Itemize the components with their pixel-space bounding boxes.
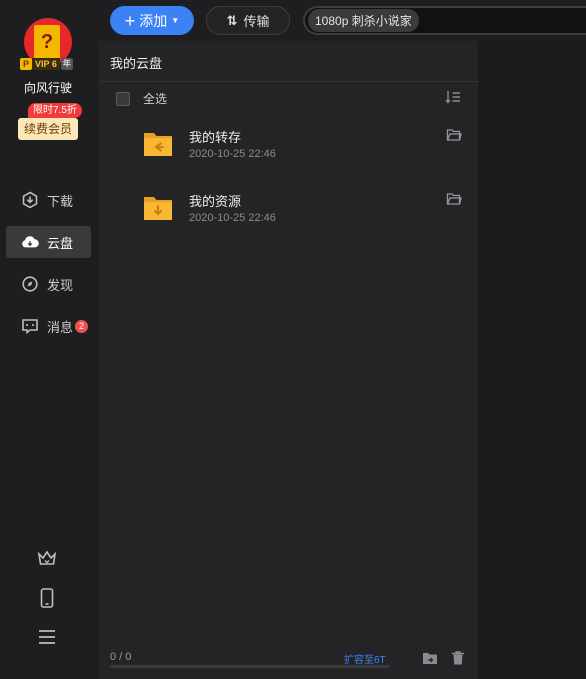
select-all-label: 全选 [143, 92, 168, 106]
search-input[interactable]: 1080p 刺杀小说家 [303, 6, 586, 35]
nav-item-download[interactable]: 下载 [6, 184, 91, 216]
message-count-badge: 2 [75, 319, 89, 333]
discover-icon [21, 275, 39, 293]
nav-label-download: 下载 [47, 193, 74, 209]
select-all[interactable]: 全选 [116, 90, 167, 107]
transfer-button-label: 传输 [243, 14, 270, 29]
promo-tag: 限时7.5折 [28, 103, 82, 118]
nav-label-cloud: 云盘 [47, 235, 74, 251]
transfer-button[interactable]: ⇅ 传输 [206, 6, 290, 35]
download-icon [21, 191, 39, 209]
move-folder-icon[interactable] [422, 650, 438, 666]
top-toolbar: + 添加 ▼ ⇅ 传输 1080p 刺杀小说家 [99, 0, 586, 41]
menu-icon[interactable] [36, 626, 58, 648]
nav-item-cloud[interactable]: 云盘 [6, 226, 91, 258]
divider [99, 81, 478, 82]
crown-icon[interactable] [36, 547, 58, 569]
avatar-image: ? [34, 25, 60, 59]
select-all-checkbox[interactable] [116, 91, 130, 106]
cloud-drive-panel: 我的云盘 全选 我的转存 2020-10-25 22:46 我的资源 2020-… [99, 41, 478, 679]
sort-icon[interactable] [445, 89, 461, 105]
file-name[interactable]: 我的资源 [189, 191, 241, 210]
vip-badge: P VIP 6 年 [20, 57, 73, 70]
add-button[interactable]: + 添加 ▼ [110, 6, 194, 35]
nav-item-discover[interactable]: 发现 [6, 268, 91, 300]
file-name[interactable]: 我的转存 [189, 127, 241, 146]
folder-resource-icon [143, 192, 173, 222]
plus-icon: + [124, 10, 136, 31]
open-folder-icon[interactable] [446, 191, 462, 207]
sidebar: ? P VIP 6 年 向风行驶 限时7.5折 续费会员 下载 云盘 发现 消息… [0, 0, 99, 679]
file-row[interactable]: 我的资源 2020-10-25 22:46 [99, 189, 478, 245]
right-panel [478, 41, 586, 679]
folder-transfer-icon [143, 128, 173, 158]
storage-bar [110, 665, 390, 668]
mobile-icon[interactable] [36, 587, 58, 609]
file-row[interactable]: 我的转存 2020-10-25 22:46 [99, 125, 478, 181]
expand-storage-link[interactable]: 扩容至6T [344, 651, 386, 666]
page-title: 我的云盘 [110, 56, 163, 71]
item-count: 0 / 0 [110, 651, 132, 663]
open-folder-icon[interactable] [446, 127, 462, 143]
add-button-label: 添加 [139, 12, 168, 29]
renew-membership-button[interactable]: 续费会员 [18, 118, 78, 140]
nav-label-discover: 发现 [47, 277, 74, 293]
nav-item-messages[interactable]: 消息 2 [6, 310, 91, 342]
file-date: 2020-10-25 22:46 [189, 148, 276, 160]
caret-down-icon: ▼ [171, 16, 180, 25]
file-date: 2020-10-25 22:46 [189, 212, 276, 224]
nav-label-messages: 消息 [47, 319, 74, 335]
vip-p-icon: P [20, 57, 32, 70]
username[interactable]: 向风行驶 [0, 79, 96, 96]
cloud-icon [21, 233, 39, 251]
search-suggestion-chip[interactable]: 1080p 刺杀小说家 [308, 9, 419, 32]
vip-year: 年 [60, 57, 73, 70]
message-icon [21, 317, 39, 335]
trash-icon[interactable] [450, 650, 466, 666]
vip-level: VIP 6 [32, 57, 60, 70]
transfer-icon: ⇅ [226, 12, 238, 28]
